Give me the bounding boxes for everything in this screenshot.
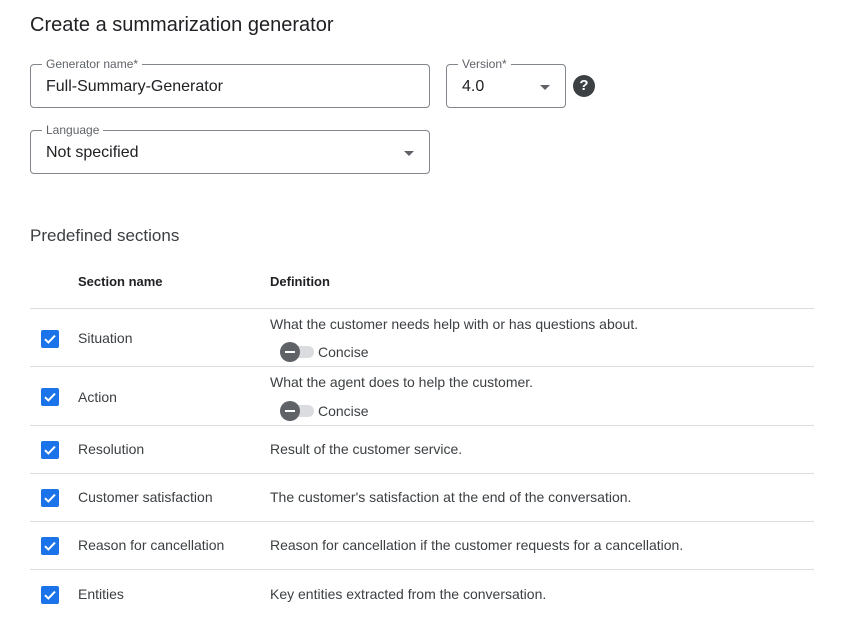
- chevron-down-icon: [404, 151, 414, 156]
- checkbox-entities[interactable]: [41, 586, 59, 604]
- checkmark-icon: [44, 541, 56, 551]
- version-value: 4.0: [462, 78, 485, 95]
- language-label: Language: [42, 123, 104, 137]
- checkmark-icon: [44, 334, 56, 344]
- checkbox-situation[interactable]: [41, 330, 59, 348]
- language-select[interactable]: Language Not specified: [30, 123, 430, 174]
- column-header-section-name: Section name: [78, 274, 163, 289]
- toggle-label: Concise: [318, 344, 369, 360]
- section-name: Situation: [78, 330, 133, 346]
- section-definition: The customer's satisfaction at the end o…: [270, 489, 632, 505]
- language-value: Not specified: [46, 144, 139, 161]
- table-row: Resolution Result of the customer servic…: [30, 426, 814, 474]
- section-definition: Reason for cancellation if the customer …: [270, 537, 684, 553]
- section-definition: What the agent does to help the customer…: [270, 374, 534, 390]
- section-definition: Key entities extracted from the conversa…: [270, 586, 547, 602]
- version-label: Version*: [458, 57, 511, 71]
- table-header: Section name Definition: [30, 258, 814, 309]
- generator-name-field[interactable]: Generator name* Full-Summary-Generator: [30, 57, 430, 108]
- version-select[interactable]: Version* 4.0: [446, 57, 566, 108]
- section-name: Reason for cancellation: [78, 537, 225, 553]
- section-name: Customer satisfaction: [78, 489, 213, 505]
- table-row: Entities Key entities extracted from the…: [30, 570, 814, 620]
- section-definition: What the customer needs help with or has…: [270, 316, 639, 332]
- section-definition: Result of the customer service.: [270, 441, 463, 457]
- table-row: Customer satisfaction The customer's sat…: [30, 474, 814, 522]
- sections-table: Section name Definition Situation What t…: [30, 258, 814, 620]
- checkbox-action[interactable]: [41, 388, 59, 406]
- predefined-sections-heading: Predefined sections: [30, 226, 180, 245]
- table-row: Reason for cancellation Reason for cance…: [30, 522, 814, 570]
- section-name: Entities: [78, 586, 124, 602]
- table-row: Action What the agent does to help the c…: [30, 367, 814, 426]
- column-header-definition: Definition: [270, 274, 330, 289]
- toggle-off-icon: [280, 401, 300, 421]
- checkmark-icon: [44, 392, 56, 402]
- toggle-off-icon: [280, 342, 300, 362]
- section-name: Action: [78, 389, 117, 405]
- table-row: Situation What the customer needs help w…: [30, 309, 814, 367]
- checkmark-icon: [44, 493, 56, 503]
- checkmark-icon: [44, 445, 56, 455]
- toggle-label: Concise: [318, 403, 369, 419]
- help-icon[interactable]: ?: [573, 75, 595, 97]
- generator-name-label: Generator name*: [42, 57, 143, 71]
- checkbox-resolution[interactable]: [41, 441, 59, 459]
- page-title: Create a summarization generator: [30, 14, 334, 36]
- generator-name-input[interactable]: Full-Summary-Generator: [46, 77, 223, 97]
- checkbox-customer-satisfaction[interactable]: [41, 489, 59, 507]
- chevron-down-icon: [540, 85, 550, 90]
- checkbox-reason-for-cancellation[interactable]: [41, 537, 59, 555]
- checkmark-icon: [44, 590, 56, 600]
- section-name: Resolution: [78, 441, 145, 457]
